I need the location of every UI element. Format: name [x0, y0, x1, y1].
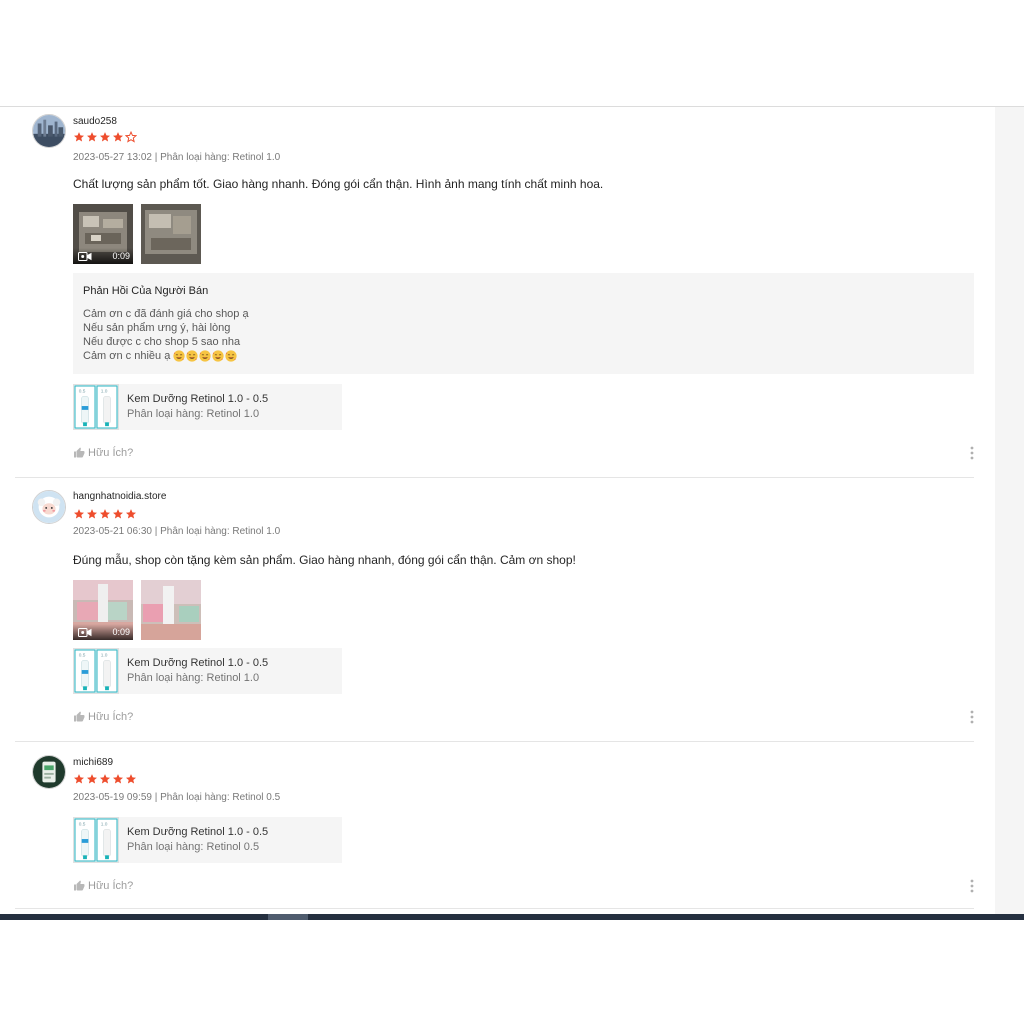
- username[interactable]: saudo258: [73, 116, 117, 127]
- product-name: Kem Dưỡng Retinol 1.0 - 0.5: [127, 826, 269, 838]
- star-filled-icon: [112, 773, 124, 785]
- rating-stars: [73, 131, 137, 143]
- video-camera-icon: [78, 252, 92, 261]
- avatar[interactable]: [32, 114, 66, 148]
- product-card[interactable]: Kem Dưỡng Retinol 1.0 - 0.5 Phân loại hà…: [73, 648, 342, 694]
- star-filled-icon: [86, 508, 98, 520]
- username[interactable]: hangnhatnoidia.store: [73, 491, 166, 502]
- review-item: michi689 2023-05-19 09:59 | Phân loại hà…: [15, 742, 974, 909]
- video-duration: 0:09: [112, 251, 130, 261]
- product-name: Kem Dưỡng Retinol 1.0 - 0.5: [127, 657, 269, 669]
- star-filled-icon: [125, 508, 137, 520]
- helpful-button[interactable]: Hữu Ích?: [73, 447, 133, 459]
- helpful-button[interactable]: Hữu Ích?: [73, 711, 133, 723]
- seller-reply-line: Nếu sản phẩm ưng ý, hài lòng: [83, 322, 231, 334]
- star-filled-icon: [73, 773, 85, 785]
- avatar-city-image: [33, 115, 65, 147]
- seller-reply-line: Cảm ơn c đã đánh giá cho shop ạ: [83, 308, 249, 320]
- star-empty-icon: [125, 131, 137, 143]
- avatar[interactable]: [32, 755, 66, 789]
- review-meta: 2023-05-27 13:02 | Phân loại hàng: Retin…: [73, 152, 281, 163]
- review-media: 0:09: [73, 580, 201, 640]
- product-variant: Phân loại hàng: Retinol 0.5: [127, 841, 260, 853]
- review-meta: 2023-05-21 06:30 | Phân loại hàng: Retin…: [73, 526, 281, 537]
- thumbs-up-icon: [73, 880, 85, 892]
- star-filled-icon: [86, 773, 98, 785]
- avatar-product-image: [33, 756, 65, 788]
- star-filled-icon: [73, 131, 85, 143]
- avatar-sheep-image: [33, 491, 65, 523]
- more-vertical-icon[interactable]: [967, 709, 977, 725]
- product-thumbnail: [73, 384, 119, 430]
- thumbs-up-icon: [73, 447, 85, 459]
- helpful-button[interactable]: Hữu Ích?: [73, 880, 133, 892]
- review-media: 0:09: [73, 204, 201, 264]
- product-card[interactable]: Kem Dưỡng Retinol 1.0 - 0.5 Phân loại hà…: [73, 384, 342, 430]
- review-video-thumbnail[interactable]: 0:09: [73, 204, 133, 264]
- product-card[interactable]: Kem Dưỡng Retinol 1.0 - 0.5 Phân loại hà…: [73, 817, 342, 863]
- right-gutter: [995, 107, 1024, 914]
- star-filled-icon: [73, 508, 85, 520]
- seller-reply: Phản Hồi Của Người Bán Cảm ơn c đã đánh …: [73, 273, 974, 374]
- star-filled-icon: [99, 773, 111, 785]
- seller-reply-line: Cảm ơn c nhiều ạ: [83, 350, 171, 362]
- product-tube-image: [74, 818, 118, 862]
- emoji-row: [173, 350, 237, 362]
- star-filled-icon: [99, 131, 111, 143]
- video-camera-icon: [78, 628, 92, 637]
- star-filled-icon: [125, 773, 137, 785]
- rating-stars: [73, 773, 137, 785]
- product-tube-image: [74, 385, 118, 429]
- smiling-face-with-hearts-icon: [173, 350, 185, 362]
- review-comment: Chất lượng sản phẩm tốt. Giao hàng nhanh…: [73, 177, 604, 191]
- star-filled-icon: [86, 131, 98, 143]
- review-image-thumbnail[interactable]: [141, 580, 201, 640]
- smiling-face-with-hearts-icon: [225, 350, 237, 362]
- star-filled-icon: [99, 508, 111, 520]
- more-vertical-icon[interactable]: [967, 445, 977, 461]
- smiling-face-with-hearts-icon: [199, 350, 211, 362]
- review-item: saudo258 2023-05-27 13:02 | Phân loại hà…: [15, 107, 974, 478]
- review-photo-image: [141, 580, 201, 640]
- seller-reply-title: Phản Hồi Của Người Bán: [83, 285, 209, 297]
- review-photo-image: [141, 204, 201, 264]
- username[interactable]: michi689: [73, 757, 113, 768]
- more-vertical-icon[interactable]: [967, 878, 977, 894]
- smiling-face-with-hearts-icon: [186, 350, 198, 362]
- product-variant: Phân loại hàng: Retinol 1.0: [127, 672, 260, 684]
- review-meta: 2023-05-19 09:59 | Phân loại hàng: Retin…: [73, 792, 281, 803]
- helpful-label: Hữu Ích?: [88, 711, 134, 723]
- rating-stars: [73, 508, 137, 520]
- video-duration: 0:09: [112, 627, 130, 637]
- seller-reply-last-line: Cảm ơn c nhiều ạ: [83, 349, 237, 363]
- review-comment: Đúng mẫu, shop còn tặng kèm sản phẩm. Gi…: [73, 553, 576, 567]
- star-filled-icon: [112, 131, 124, 143]
- scrollbar-thumb[interactable]: [268, 914, 308, 920]
- avatar[interactable]: [32, 490, 66, 524]
- helpful-label: Hữu Ích?: [88, 880, 134, 892]
- thumbs-up-icon: [73, 711, 85, 723]
- star-filled-icon: [112, 508, 124, 520]
- review-video-thumbnail[interactable]: 0:09: [73, 580, 133, 640]
- product-variant: Phân loại hàng: Retinol 1.0: [127, 408, 260, 420]
- helpful-label: Hữu Ích?: [88, 447, 134, 459]
- review-image-thumbnail[interactable]: [141, 204, 201, 264]
- product-thumbnail: [73, 648, 119, 694]
- smiling-face-with-hearts-icon: [212, 350, 224, 362]
- horizontal-scrollbar[interactable]: [0, 914, 1024, 920]
- seller-reply-line: Nếu được c cho shop 5 sao nha: [83, 336, 241, 348]
- product-name: Kem Dưỡng Retinol 1.0 - 0.5: [127, 393, 269, 405]
- review-item: hangnhatnoidia.store 2023-05-21 06:30 | …: [15, 478, 974, 742]
- product-tube-image: [74, 649, 118, 693]
- product-thumbnail: [73, 817, 119, 863]
